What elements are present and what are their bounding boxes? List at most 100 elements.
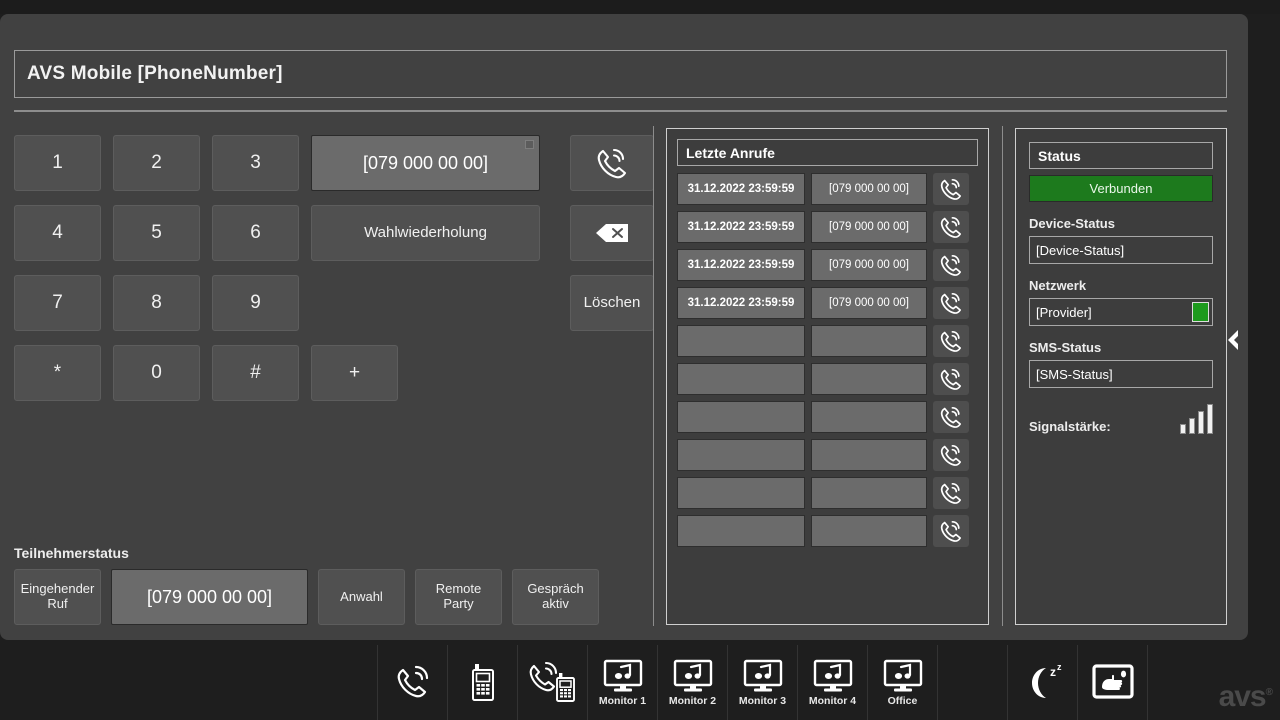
svg-text:z: z bbox=[1057, 662, 1062, 672]
dialing-indicator[interactable]: Anwahl bbox=[318, 569, 405, 625]
panel-divider-left bbox=[653, 126, 654, 626]
network-label: Netzwerk bbox=[1029, 278, 1087, 293]
remote-party-indicator[interactable]: Remote Party bbox=[415, 569, 502, 625]
key-1[interactable]: 1 bbox=[14, 135, 101, 191]
call-timestamp[interactable] bbox=[677, 439, 805, 471]
call-timestamp[interactable]: 31.12.2022 23:59:59 bbox=[677, 287, 805, 319]
call-timestamp[interactable] bbox=[677, 363, 805, 395]
call-dial-button[interactable] bbox=[933, 477, 969, 509]
call-dial-button[interactable] bbox=[933, 515, 969, 547]
call-log-row bbox=[677, 477, 978, 509]
taskbar-item-hand-hygiene[interactable] bbox=[1078, 645, 1148, 720]
key-0[interactable]: 0 bbox=[113, 345, 200, 401]
sms-status-label: SMS-Status bbox=[1029, 340, 1102, 355]
taskbar-item-monitor-1[interactable]: Monitor 1 bbox=[588, 645, 658, 720]
phone-handset-icon bbox=[938, 367, 964, 391]
key-6[interactable]: 6 bbox=[212, 205, 299, 261]
network-field[interactable]: [Provider] bbox=[1029, 298, 1213, 326]
call-dial-button[interactable] bbox=[933, 287, 969, 319]
incoming-call-indicator[interactable]: Eingehender Ruf bbox=[14, 569, 101, 625]
taskbar-item-phone-ringing[interactable] bbox=[378, 645, 448, 720]
moon-sleep-icon: z z bbox=[1020, 662, 1066, 702]
subscriber-status-label: Teilnehmerstatus bbox=[14, 545, 129, 561]
call-log-row bbox=[677, 439, 978, 471]
backspace-icon bbox=[595, 223, 629, 243]
key-2[interactable]: 2 bbox=[113, 135, 200, 191]
taskbar-item-phone-radio-call[interactable] bbox=[518, 645, 588, 720]
taskbar-item-handset-radio[interactable] bbox=[448, 645, 518, 720]
sms-status-field[interactable]: [SMS-Status] bbox=[1029, 360, 1213, 388]
call-dial-button[interactable] bbox=[933, 249, 969, 281]
handset-radio-icon bbox=[470, 662, 496, 702]
call-log-row: 31.12.2022 23:59:59 [079 000 00 00] bbox=[677, 249, 978, 281]
taskbar-spacer bbox=[0, 645, 378, 720]
call-number[interactable]: [079 000 00 00] bbox=[811, 287, 927, 319]
status-header: Status bbox=[1029, 142, 1213, 169]
taskbar-item-office[interactable]: Office bbox=[868, 645, 938, 720]
key-8[interactable]: 8 bbox=[113, 275, 200, 331]
call-dial-button[interactable] bbox=[933, 401, 969, 433]
backspace-button[interactable] bbox=[570, 205, 654, 261]
call-button[interactable] bbox=[570, 135, 654, 191]
monitor-audio-icon bbox=[671, 659, 715, 693]
call-timestamp[interactable] bbox=[677, 515, 805, 547]
phone-handset-icon bbox=[938, 329, 964, 353]
key-hash[interactable]: # bbox=[212, 345, 299, 401]
taskbar-label: Monitor 2 bbox=[668, 694, 717, 707]
call-dial-button[interactable] bbox=[933, 439, 969, 471]
call-dial-button[interactable] bbox=[933, 363, 969, 395]
key-5[interactable]: 5 bbox=[113, 205, 200, 261]
call-timestamp[interactable] bbox=[677, 477, 805, 509]
call-number[interactable] bbox=[811, 325, 927, 357]
call-log-row bbox=[677, 515, 978, 547]
key-9[interactable]: 9 bbox=[212, 275, 299, 331]
call-number[interactable]: [079 000 00 00] bbox=[811, 173, 927, 205]
key-3[interactable]: 3 bbox=[212, 135, 299, 191]
call-timestamp[interactable]: 31.12.2022 23:59:59 bbox=[677, 173, 805, 205]
call-dial-button[interactable] bbox=[933, 173, 969, 205]
recent-calls-list: 31.12.2022 23:59:59 [079 000 00 00] 31.12.… bbox=[677, 173, 978, 547]
connection-status-badge[interactable]: Verbunden bbox=[1029, 175, 1213, 202]
subscriber-number-display[interactable]: [079 000 00 00] bbox=[111, 569, 308, 625]
taskbar-item-monitor-3[interactable]: Monitor 3 bbox=[728, 645, 798, 720]
device-status-field[interactable]: [Device-Status] bbox=[1029, 236, 1213, 264]
call-timestamp[interactable]: 31.12.2022 23:59:59 bbox=[677, 249, 805, 281]
delete-button[interactable]: Löschen bbox=[570, 275, 654, 331]
phone-handset-icon bbox=[938, 519, 964, 543]
phone-radio-call-icon bbox=[528, 661, 578, 703]
key-4[interactable]: 4 bbox=[14, 205, 101, 261]
panel-divider-right bbox=[1002, 126, 1003, 626]
call-dial-button[interactable] bbox=[933, 325, 969, 357]
call-number[interactable] bbox=[811, 363, 927, 395]
key-star[interactable]: * bbox=[14, 345, 101, 401]
taskbar-item-night-mode[interactable]: z z bbox=[1008, 645, 1078, 720]
call-timestamp[interactable] bbox=[677, 325, 805, 357]
call-number[interactable] bbox=[811, 515, 927, 547]
call-log-row bbox=[677, 325, 978, 357]
call-number[interactable] bbox=[811, 439, 927, 471]
taskbar-item-monitor-2[interactable]: Monitor 2 bbox=[658, 645, 728, 720]
taskbar-item-monitor-4[interactable]: Monitor 4 bbox=[798, 645, 868, 720]
call-timestamp[interactable] bbox=[677, 401, 805, 433]
key-7[interactable]: 7 bbox=[14, 275, 101, 331]
call-number[interactable]: [079 000 00 00] bbox=[811, 211, 927, 243]
phone-handset-icon bbox=[594, 146, 630, 180]
taskbar-label: Office bbox=[887, 694, 918, 707]
call-timestamp[interactable]: 31.12.2022 23:59:59 bbox=[677, 211, 805, 243]
call-number[interactable] bbox=[811, 401, 927, 433]
chevron-left-icon bbox=[1225, 328, 1241, 352]
key-plus[interactable]: + bbox=[311, 345, 398, 401]
call-dial-button[interactable] bbox=[933, 211, 969, 243]
taskbar-label: Monitor 3 bbox=[738, 694, 787, 707]
call-active-indicator[interactable]: Gespräch aktiv bbox=[512, 569, 599, 625]
phone-number-input[interactable]: [079 000 00 00] bbox=[311, 135, 540, 191]
redial-button[interactable]: Wahlwiederholung bbox=[311, 205, 540, 261]
page-title: AVS Mobile [PhoneNumber] bbox=[27, 63, 283, 84]
call-number[interactable]: [079 000 00 00] bbox=[811, 249, 927, 281]
collapse-panel-button[interactable] bbox=[1218, 320, 1248, 360]
phone-handset-icon bbox=[938, 443, 964, 467]
sms-status-value: [SMS-Status] bbox=[1036, 366, 1113, 382]
taskbar-brand-area: avs® bbox=[1148, 645, 1280, 720]
call-number[interactable] bbox=[811, 477, 927, 509]
status-panel: Status Verbunden Device-Status [Device-S… bbox=[1015, 128, 1227, 625]
